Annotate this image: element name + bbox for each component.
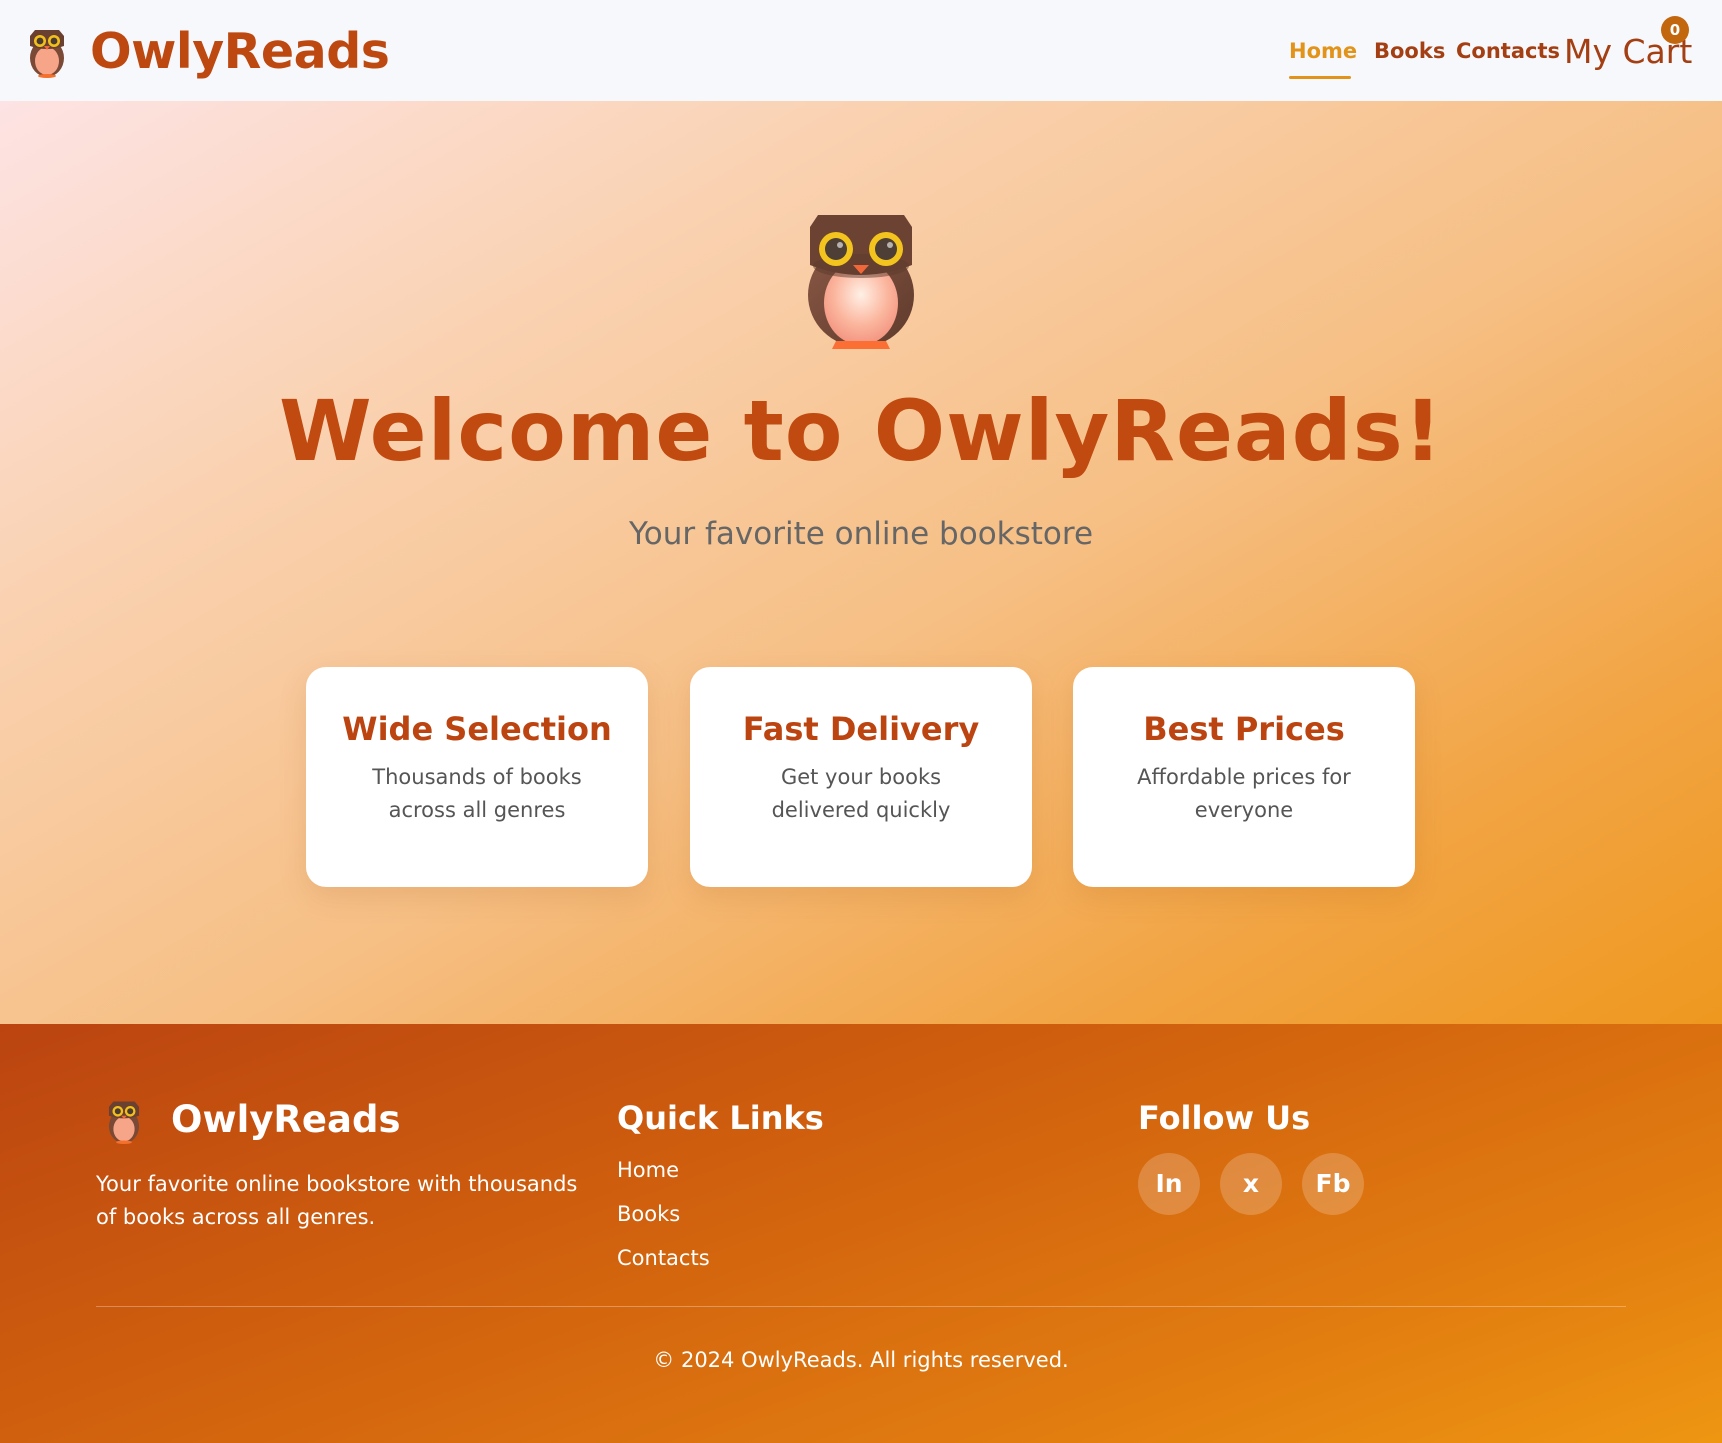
- footer-divider: [96, 1306, 1626, 1307]
- site-footer: OwlyReads Your favorite online bookstore…: [0, 1024, 1722, 1443]
- feature-title: Fast Delivery: [742, 710, 980, 748]
- linkedin-button[interactable]: In: [1138, 1153, 1200, 1215]
- footer-link-books[interactable]: Books: [617, 1199, 680, 1229]
- nav-home[interactable]: Home: [1289, 36, 1357, 66]
- feature-text: Get your books delivered quickly: [771, 765, 951, 822]
- owl-icon: [108, 1101, 140, 1144]
- feature-card-fast-delivery: Fast Delivery Get your books delivered q…: [690, 667, 1032, 887]
- feature-card-wide-selection: Wide Selection Thousands of books across…: [306, 667, 648, 887]
- nav-active-indicator: [1289, 76, 1351, 79]
- owl-icon: [30, 30, 64, 78]
- site-header: OwlyReads Home Books Contacts My Cart 0: [0, 0, 1722, 101]
- facebook-button[interactable]: Fb: [1302, 1153, 1364, 1215]
- follow-us-heading: Follow Us: [1138, 1099, 1311, 1137]
- footer-description: Your favorite online bookstore with thou…: [96, 1172, 578, 1229]
- feature-title: Best Prices: [1143, 710, 1345, 748]
- hero-title: Welcome to OwlyReads!: [278, 382, 1444, 480]
- nav-books[interactable]: Books: [1374, 36, 1445, 66]
- footer-link-home[interactable]: Home: [617, 1155, 679, 1185]
- footer-link-contacts[interactable]: Contacts: [617, 1243, 710, 1273]
- quick-links-heading: Quick Links: [617, 1099, 824, 1137]
- footer-brand: OwlyReads: [171, 1098, 401, 1141]
- feature-card-best-prices: Best Prices Affordable prices for everyo…: [1073, 667, 1415, 887]
- brand-logo[interactable]: OwlyReads: [27, 22, 390, 82]
- brand-name: OwlyReads: [90, 23, 390, 80]
- hero-section: Welcome to OwlyReads! Your favorite onli…: [0, 101, 1722, 1024]
- feature-text: Affordable prices for everyone: [1137, 765, 1351, 822]
- x-button[interactable]: x: [1220, 1153, 1282, 1215]
- copyright: © 2024 OwlyReads. All rights reserved.: [653, 1348, 1069, 1372]
- nav-contacts[interactable]: Contacts: [1456, 36, 1560, 66]
- owl-icon: [808, 215, 914, 349]
- hero-subtitle: Your favorite online bookstore: [628, 516, 1094, 552]
- feature-title: Wide Selection: [342, 710, 612, 748]
- feature-text: Thousands of books across all genres: [372, 765, 582, 822]
- cart-count-badge: 0: [1661, 16, 1689, 44]
